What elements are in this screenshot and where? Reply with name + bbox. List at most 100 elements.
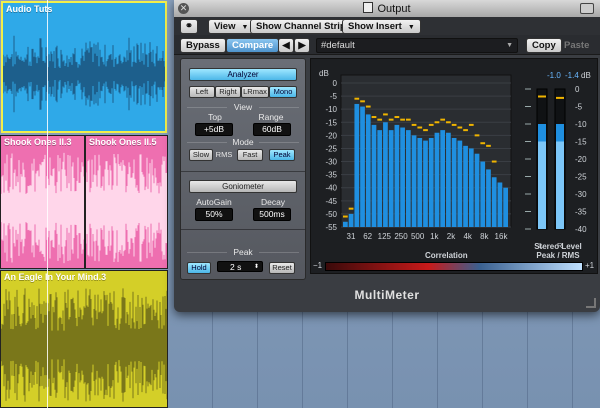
meter-tick-label: -5 — [575, 103, 583, 112]
waveform — [1, 288, 167, 402]
peak-section-label: Peak — [233, 247, 253, 257]
playhead[interactable] — [47, 0, 48, 408]
plugin-window: ✕ Output ⚭ View▼ Show Channel Strip▼ Sho… — [174, 0, 600, 312]
peak-mode-button[interactable]: Peak — [269, 149, 295, 161]
waveform-trace — [1, 288, 167, 402]
range-label: Range — [258, 112, 284, 122]
mode-lrmax-button[interactable]: LRmax — [241, 86, 269, 98]
channel-strip-label: Show Channel Strip — [256, 21, 346, 32]
view-menu[interactable]: View ▼ — [208, 19, 255, 34]
meter-tick-label: -40 — [575, 225, 587, 234]
region-shook-ones-5[interactable]: Shook Ones II.5 — [85, 135, 168, 269]
range-value-field[interactable]: 60dB — [253, 123, 291, 136]
compare-button[interactable]: Compare — [226, 38, 280, 53]
waveform — [1, 152, 84, 264]
view-menu-label: View — [214, 21, 236, 32]
copy-button[interactable]: Copy — [526, 38, 562, 53]
correlation-min-label: −1 — [313, 261, 323, 270]
divider — [259, 107, 299, 108]
region-name: Audio Tuts — [6, 4, 53, 14]
meter-tick-label: -10 — [575, 120, 587, 129]
divider — [187, 107, 227, 108]
analyzer-display: 0 -5 -10 -15 -20 -25 -30 -35 -40 -45 -50 -55 31 62 125… — [310, 58, 598, 274]
meter-rms-core — [556, 141, 564, 229]
mode-left-button[interactable]: Left — [189, 86, 215, 98]
top-value-field[interactable]: +5dB — [195, 123, 233, 136]
region-eagle-in-your-mind[interactable]: An Eagle In Your Mind.3 — [0, 270, 168, 408]
link-icon[interactable]: ⚭ — [180, 19, 198, 34]
region-shook-ones-3[interactable]: Shook Ones II.3 — [0, 135, 85, 269]
control-panel: Analyzer Left Right LRmax Mono View Top … — [180, 58, 306, 280]
hold-time-value: 2 s — [230, 262, 242, 272]
region-name: Shook Ones II.3 — [4, 137, 72, 147]
left-peak-readout: -1.0 — [547, 71, 561, 80]
stereo-level-meter: 0 -5 -10 -15 -20 -25 -30 -35 -40 — [525, 85, 587, 234]
top-label: Top — [208, 112, 222, 122]
mode-mono-button[interactable]: Mono — [269, 86, 297, 98]
rms-label: RMS — [215, 150, 233, 159]
meter-tick-label: -35 — [575, 208, 587, 217]
waveform-trace — [3, 35, 165, 113]
meter-db-label: dB — [581, 71, 591, 80]
fast-button[interactable]: Fast — [237, 149, 263, 161]
mode-section-label: Mode — [232, 137, 254, 147]
resize-grip-icon[interactable] — [586, 298, 596, 308]
waveform — [86, 153, 167, 263]
window-title: Output — [377, 3, 411, 15]
paste-button[interactable]: Paste — [564, 40, 589, 51]
correlation-label: Correlation — [425, 251, 468, 260]
analyzer-db-label: dB — [319, 69, 329, 78]
divider — [259, 252, 299, 253]
plugin-brand-title: MultiMeter — [354, 288, 420, 302]
meter-tick-label: -15 — [575, 138, 587, 147]
stepper-icon: ⬍ — [253, 264, 259, 270]
correlation-max-label: +1 — [585, 261, 595, 270]
title-bar[interactable]: ✕ Output — [174, 0, 600, 18]
next-preset-button[interactable]: ▶ — [294, 38, 310, 53]
plugin-header: ⚭ View▼ Show Channel Strip▼ Show Insert▼ — [174, 17, 600, 35]
meter-peak-marker — [538, 95, 546, 98]
goniometer-button[interactable]: Goniometer — [189, 180, 297, 193]
divider — [181, 171, 305, 172]
peak-rms-caption: Peak / RMS — [536, 251, 580, 260]
divider — [181, 229, 305, 230]
divider — [259, 142, 299, 143]
region-name: Shook Ones II.5 — [89, 137, 157, 147]
mode-right-button[interactable]: Right — [215, 86, 241, 98]
meter-tick-label: -30 — [575, 190, 587, 199]
bypass-button[interactable]: Bypass — [180, 38, 226, 53]
view-section-label: View — [233, 102, 253, 112]
analyzer-button[interactable]: Analyzer — [189, 68, 297, 81]
meter-tick-label: 0 — [575, 85, 580, 94]
meter-tick-label: -20 — [575, 155, 587, 164]
preset-menu[interactable]: #default ▼ — [316, 38, 518, 53]
waveform-trace — [86, 153, 167, 263]
insert-label: Show Insert — [348, 21, 402, 32]
waveform — [3, 35, 165, 113]
show-insert-menu[interactable]: Show Insert ▼ — [342, 19, 421, 34]
waveform-trace — [1, 152, 84, 264]
meter-tick-label: -25 — [575, 173, 587, 182]
autogain-value-field[interactable]: 50% — [195, 208, 233, 221]
autogain-label: AutoGain — [196, 197, 232, 207]
meter-peak-marker — [556, 96, 564, 99]
reset-button[interactable]: Reset — [269, 262, 295, 274]
decay-label: Decay — [260, 197, 286, 207]
chevron-down-icon: ▼ — [506, 42, 513, 49]
region-name: An Eagle In Your Mind.3 — [4, 272, 107, 282]
right-peak-readout: -1.4 — [565, 71, 579, 80]
output-icon — [363, 2, 374, 13]
correlation-meter — [325, 262, 583, 271]
prev-preset-button[interactable]: ◀ — [278, 38, 294, 53]
hold-time-select[interactable]: 2 s ⬍ — [217, 261, 263, 272]
slow-button[interactable]: Slow — [189, 149, 213, 161]
preset-name: #default — [321, 40, 355, 51]
decay-value-field[interactable]: 500ms — [253, 208, 291, 221]
divider — [187, 142, 227, 143]
region-audio-tuts[interactable]: Audio Tuts — [1, 1, 167, 133]
divider — [187, 252, 227, 253]
preset-bar: Bypass Compare ◀ ▶ #default ▼ Copy Paste — [174, 35, 600, 55]
stereo-level-caption: Stereo Level — [534, 242, 582, 251]
window-zoom-icon[interactable] — [580, 3, 594, 14]
hold-button[interactable]: Hold — [187, 262, 211, 274]
